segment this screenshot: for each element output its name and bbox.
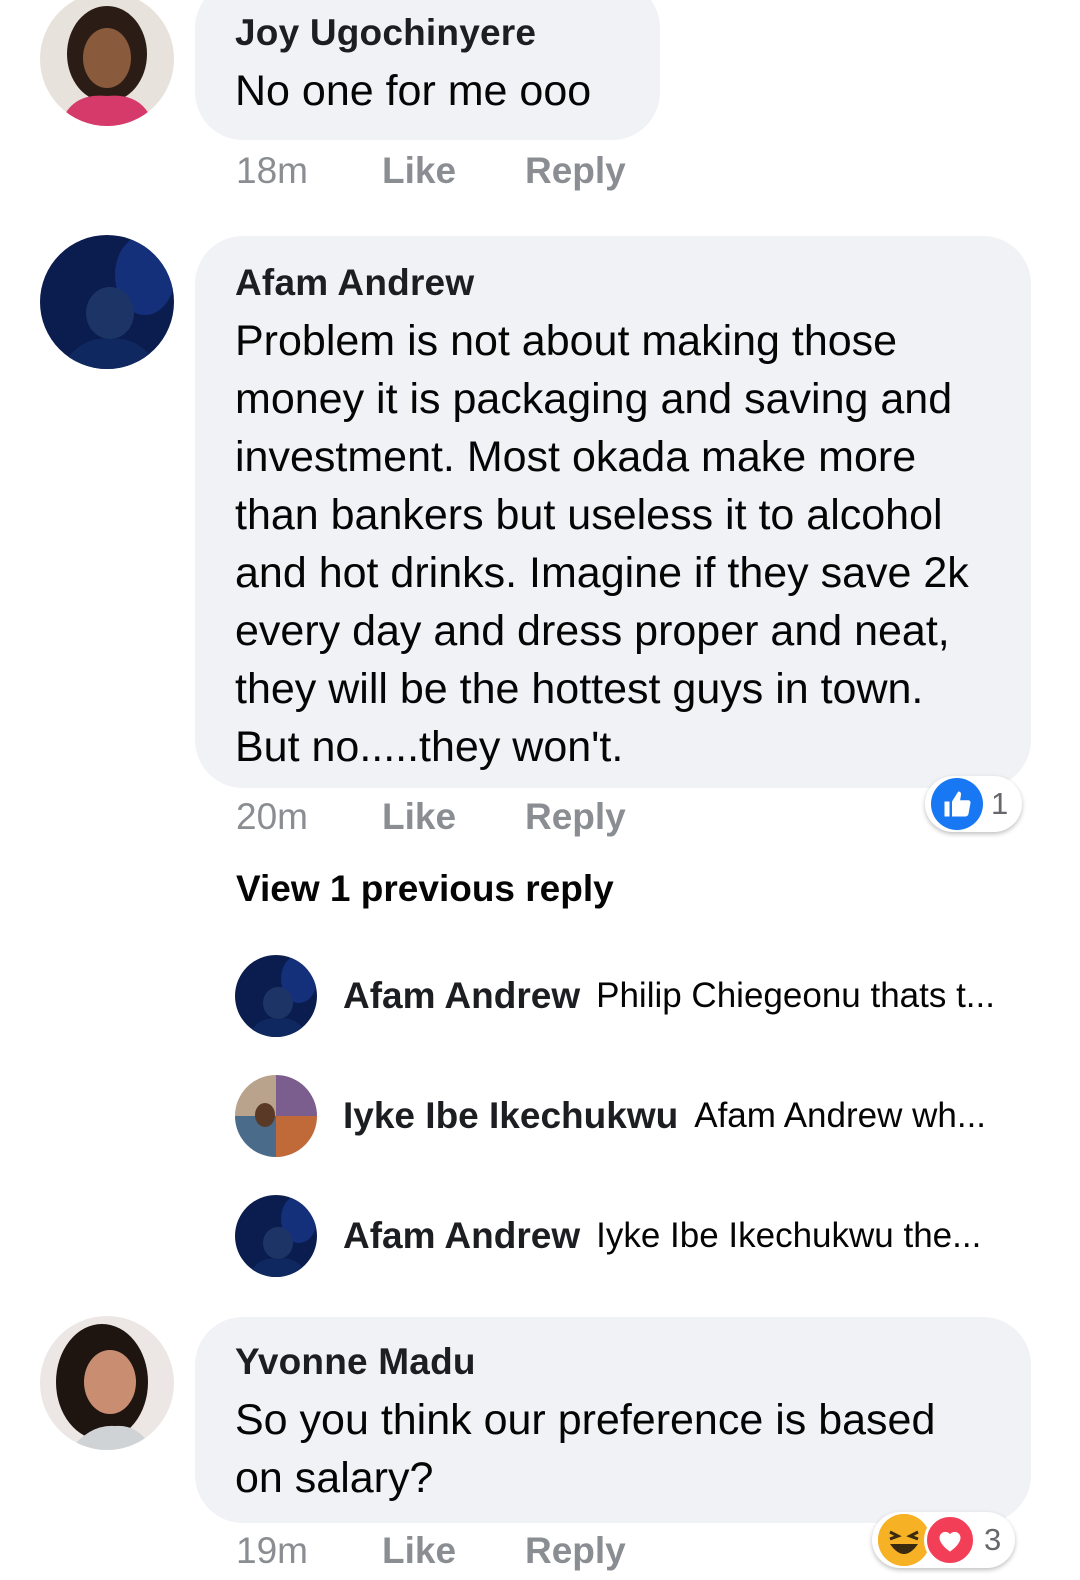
reply-button[interactable]: Reply [525,150,626,192]
avatar-afam-image [40,235,174,369]
laughing-face-icon [878,1514,930,1566]
reply-author[interactable]: Afam Andrew [343,1215,580,1257]
reply-item[interactable]: Afam Andrew Iyke Ibe Ikechukwu the... [235,1195,1035,1277]
like-button[interactable]: Like [382,150,525,192]
reaction-summary[interactable]: 1 [925,776,1023,832]
comment-text: No one for me ooo [235,67,592,115]
avatar-iyke-image [235,1075,317,1157]
thumbs-up-icon [931,778,983,830]
avatar-afam[interactable] [40,235,174,369]
comment-text: So you think our preference is based on … [235,1396,936,1502]
comment-meta: 20m Like Reply [236,796,626,838]
reply-snippet: Afam Andrew wh... [694,1096,987,1135]
like-button[interactable]: Like [382,796,525,838]
avatar-afam-image [235,955,317,1037]
avatar-joy[interactable] [40,0,174,126]
comment-time[interactable]: 20m [236,796,382,838]
reply-snippet: Iyke Ibe Ikechukwu the... [596,1216,982,1255]
comment-author[interactable]: Yvonne Madu [235,1339,991,1385]
reply-item[interactable]: Iyke Ibe Ikechukwu Afam Andrew wh... [235,1075,1035,1157]
comment-time[interactable]: 18m [236,150,382,192]
avatar-iyke[interactable] [235,1075,317,1157]
reply-author[interactable]: Iyke Ibe Ikechukwu [343,1095,678,1137]
avatar-yvonne-image [40,1316,174,1450]
avatar-afam[interactable] [235,1195,317,1277]
reaction-count: 3 [984,1522,1002,1557]
comment-meta: 19m Like Reply [236,1530,626,1572]
avatar-joy-image [40,0,174,126]
comment-author[interactable]: Afam Andrew [235,260,991,306]
avatar-afam[interactable] [235,955,317,1037]
comment-meta: 18m Like Reply [236,150,626,192]
reply-snippet: Philip Chiegeonu thats t... [596,976,995,1015]
comment-time[interactable]: 19m [236,1530,382,1572]
reply-author[interactable]: Afam Andrew [343,975,580,1017]
like-button[interactable]: Like [382,1530,525,1572]
avatar-yvonne[interactable] [40,1316,174,1450]
avatar-afam-image [235,1195,317,1277]
heart-icon [924,1514,976,1566]
comment-bubble[interactable]: Joy Ugochinyere No one for me ooo [195,0,660,140]
comment-author[interactable]: Joy Ugochinyere [235,10,620,56]
reply-button[interactable]: Reply [525,1530,626,1572]
reply-button[interactable]: Reply [525,796,626,838]
reply-item[interactable]: Afam Andrew Philip Chiegeonu thats t... [235,955,1035,1037]
comment-text: Problem is not about making those money … [235,317,969,771]
reaction-count: 1 [991,786,1009,821]
comment-bubble[interactable]: Yvonne Madu So you think our preference … [195,1317,1031,1523]
view-previous-replies-link[interactable]: View 1 previous reply [236,868,614,910]
comment-bubble[interactable]: Afam Andrew Problem is not about making … [195,236,1031,788]
reaction-summary[interactable]: 3 [872,1512,1016,1568]
